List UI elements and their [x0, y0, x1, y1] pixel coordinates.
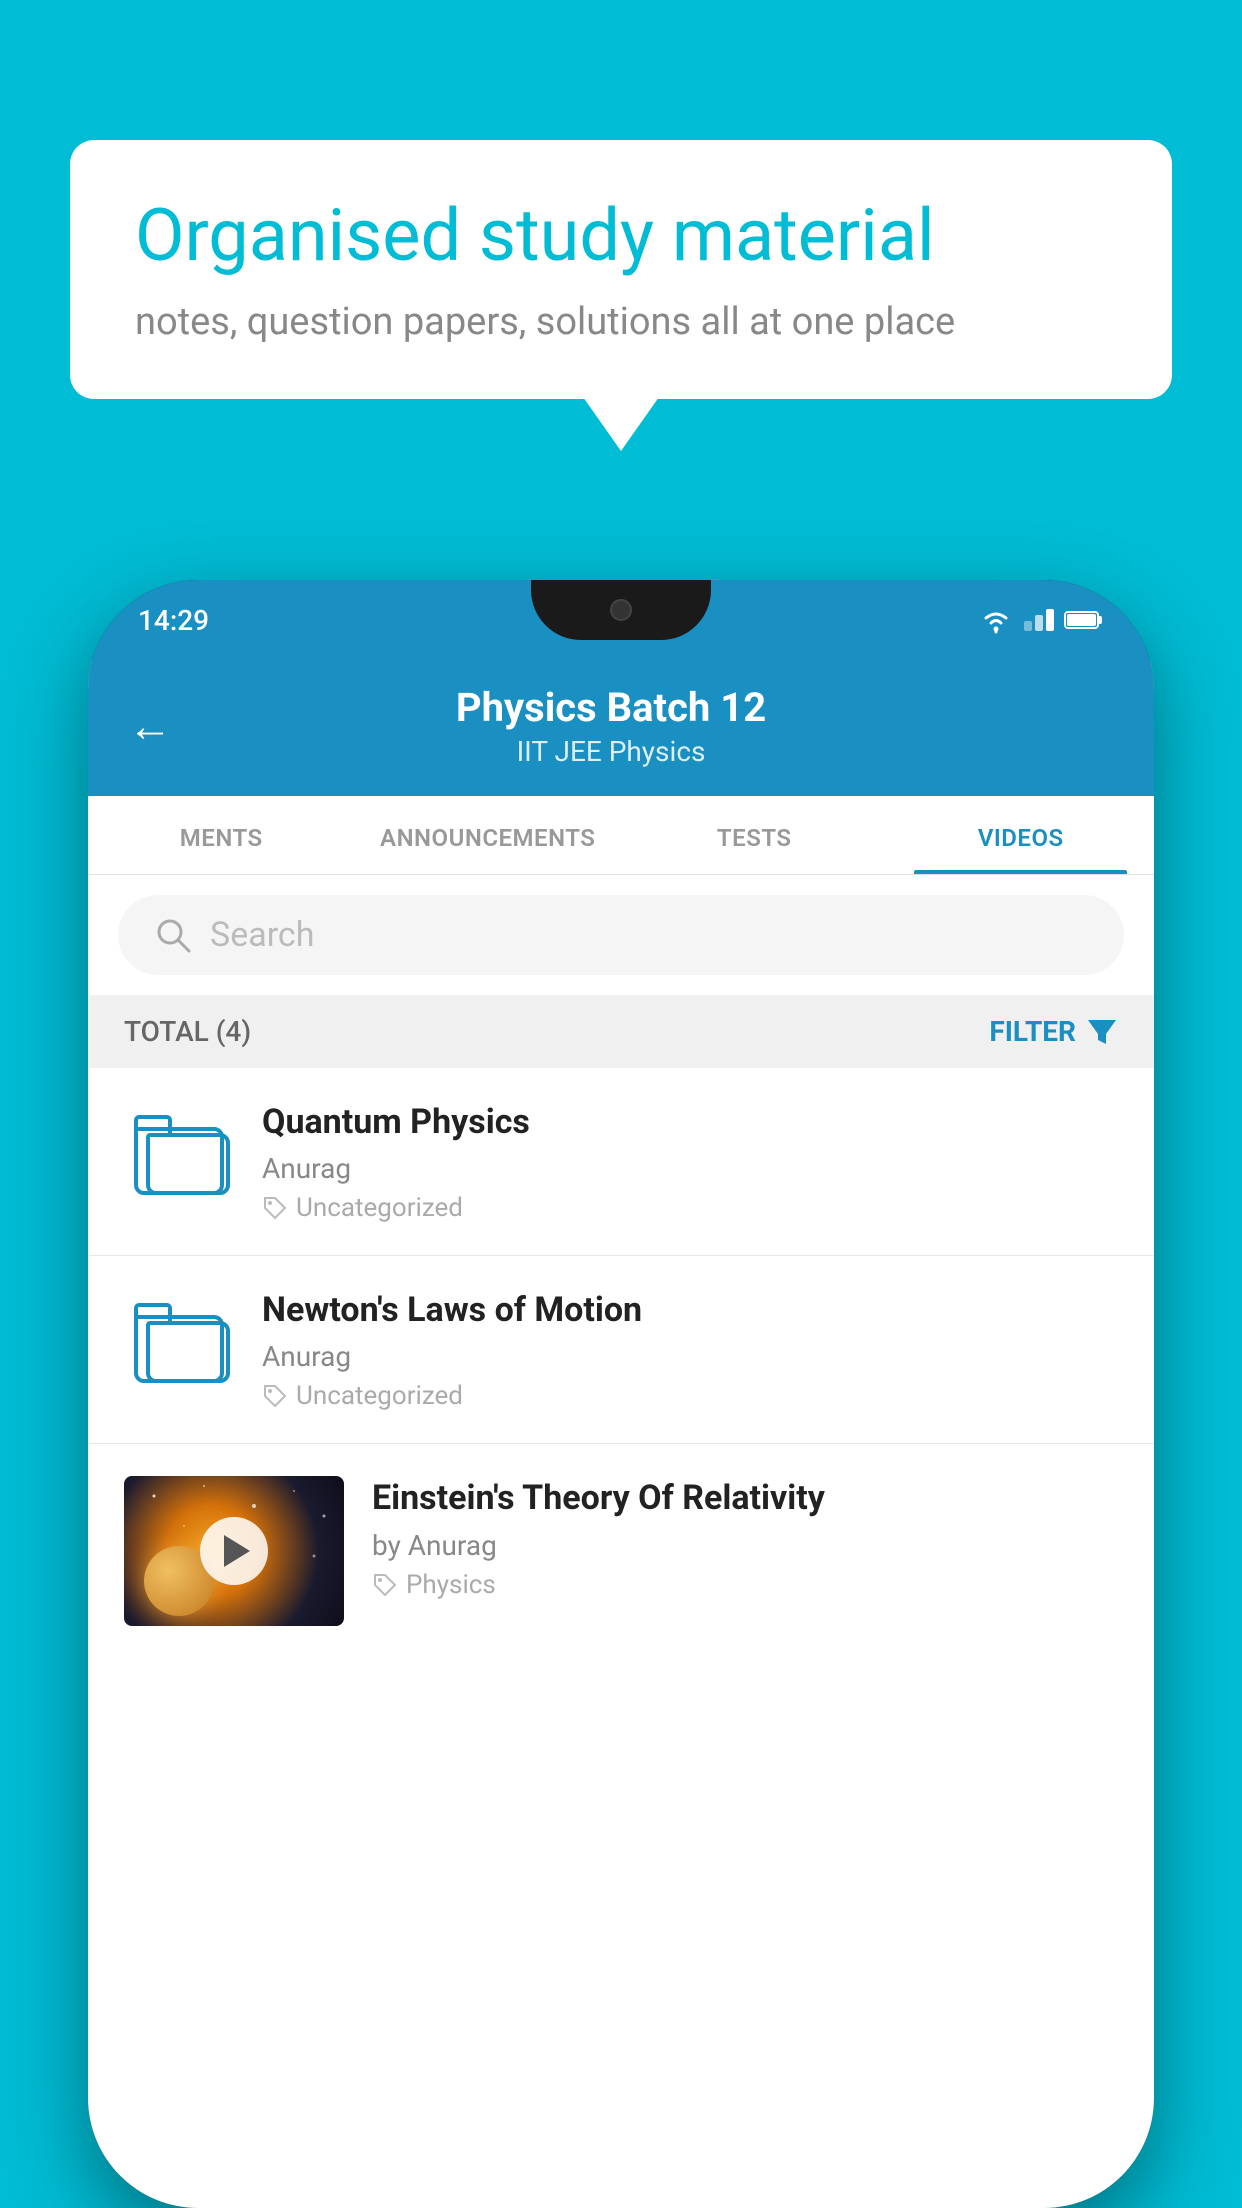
search-placeholder: Search — [210, 915, 314, 955]
tag-icon-1 — [262, 1195, 288, 1221]
video-author-1: Anurag — [262, 1152, 1118, 1185]
app-header: ← Physics Batch 12 IIT JEE Physics — [88, 660, 1154, 796]
video-author-3: by Anurag — [372, 1529, 1118, 1562]
folder-icon-2 — [134, 1303, 224, 1383]
phone-inner: ← Physics Batch 12 IIT JEE Physics MENTS… — [88, 660, 1154, 2208]
video-list: Quantum Physics Anurag Uncategorized — [88, 1068, 1154, 2208]
header-title: Physics Batch 12 — [192, 684, 1030, 731]
search-icon — [154, 916, 192, 954]
camera-dot — [610, 599, 632, 621]
tag-icon-3 — [372, 1572, 398, 1598]
tab-tests[interactable]: TESTS — [621, 796, 888, 874]
folder-icon-1 — [134, 1115, 224, 1195]
tag-icon-2 — [262, 1383, 288, 1409]
video-tag-3: Physics — [372, 1570, 1118, 1600]
folder-thumbnail-1 — [124, 1100, 234, 1210]
status-icons — [978, 606, 1104, 634]
search-container: Search — [88, 875, 1154, 995]
speech-bubble: Organised study material notes, question… — [70, 140, 1172, 399]
video-info-2: Newton's Laws of Motion Anurag Uncategor… — [262, 1288, 1118, 1411]
tab-announcements[interactable]: ANNOUNCEMENTS — [355, 796, 622, 874]
video-author-2: Anurag — [262, 1340, 1118, 1373]
video-info-1: Quantum Physics Anurag Uncategorized — [262, 1100, 1118, 1223]
tab-ments[interactable]: MENTS — [88, 796, 355, 874]
tab-bar: MENTS ANNOUNCEMENTS TESTS VIDEOS — [88, 796, 1154, 875]
wifi-icon — [978, 606, 1014, 634]
total-count: TOTAL (4) — [124, 1015, 251, 1048]
signal-bars-icon — [1024, 609, 1054, 631]
search-bar[interactable]: Search — [118, 895, 1124, 975]
notch — [531, 580, 711, 640]
status-bar: 14:29 — [88, 580, 1154, 660]
filter-button[interactable]: FILTER — [989, 1015, 1118, 1048]
phone-frame: 14:29 — [88, 580, 1154, 2208]
play-button-3[interactable] — [200, 1517, 268, 1585]
filter-label: FILTER — [989, 1015, 1076, 1048]
video-tag-text-3: Physics — [406, 1570, 496, 1600]
filter-bar: TOTAL (4) FILTER — [88, 995, 1154, 1068]
filter-funnel-icon — [1086, 1016, 1118, 1048]
video-info-3: Einstein's Theory Of Relativity by Anura… — [372, 1476, 1118, 1599]
video-title-1: Quantum Physics — [262, 1100, 1118, 1144]
header-title-block: Physics Batch 12 IIT JEE Physics — [192, 684, 1030, 768]
video-tag-1: Uncategorized — [262, 1193, 1118, 1223]
list-item[interactable]: Einstein's Theory Of Relativity by Anura… — [88, 1444, 1154, 1658]
play-triangle-icon — [224, 1535, 250, 1567]
video-tag-text-1: Uncategorized — [296, 1193, 463, 1223]
video-thumbnail-3 — [124, 1476, 344, 1626]
battery-icon — [1064, 609, 1104, 631]
tab-videos[interactable]: VIDEOS — [888, 796, 1155, 874]
bubble-title: Organised study material — [135, 195, 1107, 278]
video-tag-2: Uncategorized — [262, 1381, 1118, 1411]
list-item[interactable]: Newton's Laws of Motion Anurag Uncategor… — [88, 1256, 1154, 1444]
status-time: 14:29 — [138, 604, 209, 637]
header-subtitle: IIT JEE Physics — [192, 735, 1030, 768]
list-item[interactable]: Quantum Physics Anurag Uncategorized — [88, 1068, 1154, 1256]
back-button[interactable]: ← — [128, 700, 172, 752]
video-title-2: Newton's Laws of Motion — [262, 1288, 1118, 1332]
content-area: Search TOTAL (4) FILTER — [88, 875, 1154, 2208]
video-tag-text-2: Uncategorized — [296, 1381, 463, 1411]
bubble-subtitle: notes, question papers, solutions all at… — [135, 300, 1107, 344]
speech-bubble-container: Organised study material notes, question… — [70, 140, 1172, 399]
folder-thumbnail-2 — [124, 1288, 234, 1398]
video-title-3: Einstein's Theory Of Relativity — [372, 1476, 1118, 1520]
